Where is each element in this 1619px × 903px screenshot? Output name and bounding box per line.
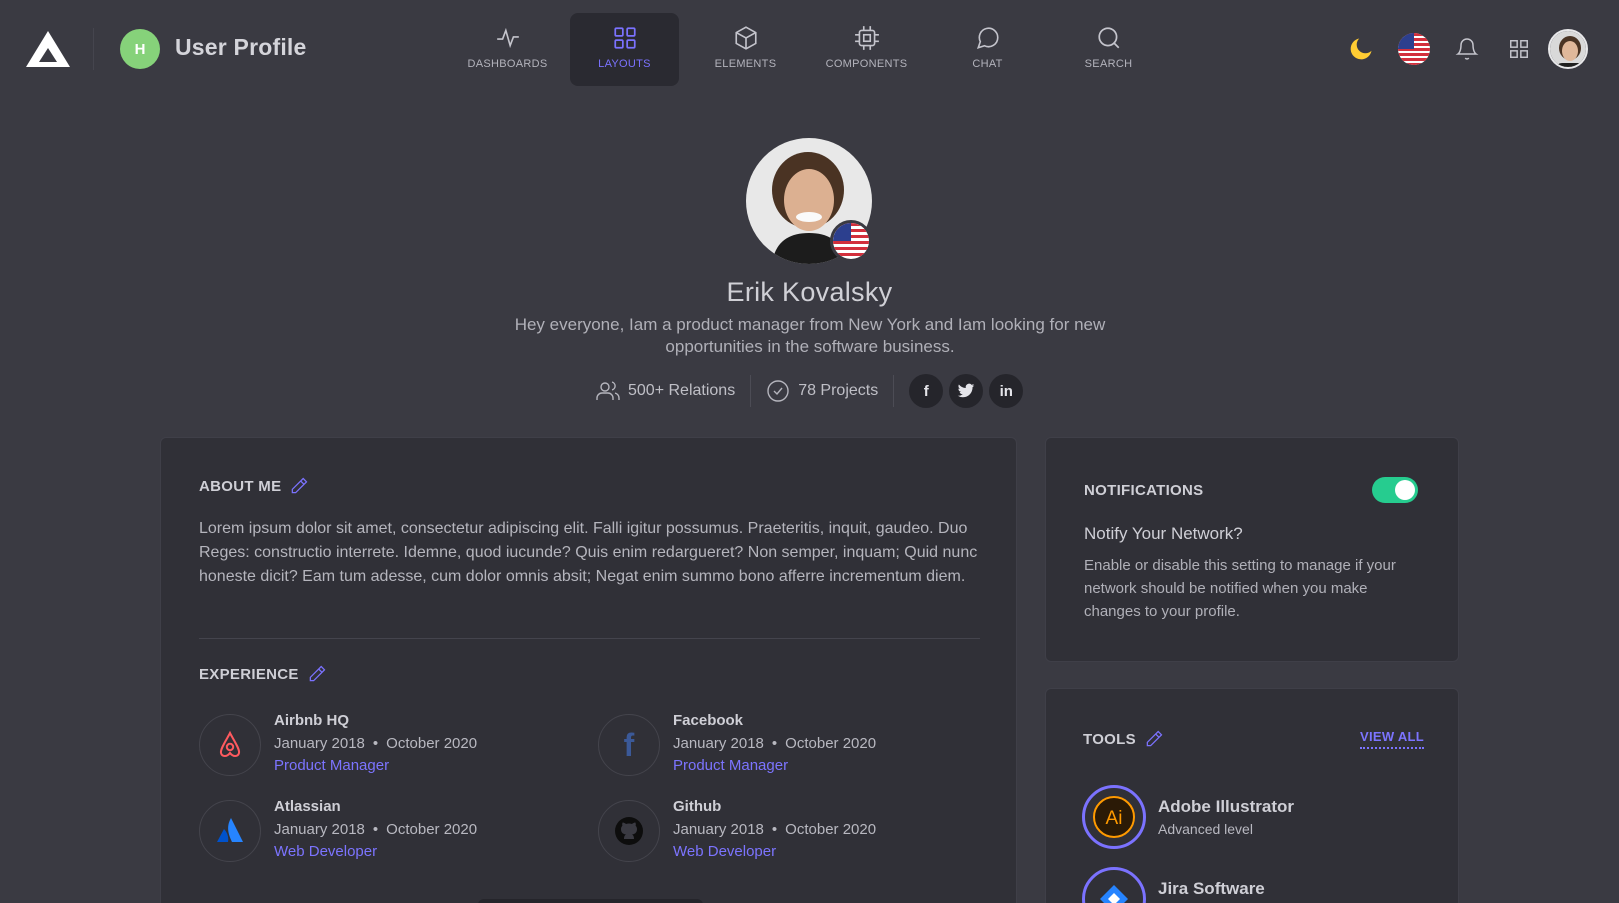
notifications-title: NOTIFICATIONS <box>1084 482 1204 499</box>
pulse-icon <box>496 27 519 49</box>
page-title: User Profile <box>175 34 307 60</box>
projects-count: 78 Projects <box>798 382 879 399</box>
facebook-icon: f <box>598 714 660 776</box>
profile-stats: 500+ Relations 78 Projects f in <box>596 373 1029 409</box>
about-title: ABOUT ME <box>199 477 282 495</box>
experience-role[interactable]: Product Manager <box>673 757 788 774</box>
chat-bubble-icon <box>976 27 999 50</box>
grid-layout-icon <box>613 27 636 49</box>
user-avatar[interactable] <box>1548 29 1588 69</box>
experience-dates: January 2018 • October 2020 <box>673 821 877 838</box>
experience-company: Airbnb HQ <box>274 712 349 729</box>
svg-text:Ai: Ai <box>1106 808 1123 829</box>
profile-bio: Hey everyone, Iam a product manager from… <box>514 315 1106 356</box>
relations-count: 500+ Relations <box>628 382 736 399</box>
tools-title: TOOLS <box>1083 730 1136 748</box>
experience-dates: January 2018 • October 2020 <box>274 821 478 838</box>
relations-stat[interactable]: 500+ Relations <box>596 379 735 403</box>
experience-title: EXPERIENCE <box>199 665 299 683</box>
app-logo-icon[interactable] <box>25 29 71 69</box>
experience-company: Facebook <box>673 712 744 729</box>
jira-icon <box>1082 867 1146 903</box>
notifications-card: NOTIFICATIONS Notify Your Network? Enabl… <box>1045 437 1459 662</box>
profile-country-flag-icon <box>830 220 872 262</box>
airbnb-icon <box>199 714 261 776</box>
tools-heading: TOOLS <box>1083 729 1164 749</box>
nav-search[interactable]: SEARCH <box>1054 13 1163 86</box>
language-selector[interactable] <box>1396 29 1432 69</box>
edit-tools-icon[interactable] <box>1144 729 1164 749</box>
about-text: Lorem ipsum dolor sit amet, consectetur … <box>199 520 978 585</box>
experience-dates: January 2018 • October 2020 <box>673 735 877 752</box>
nav-chat[interactable]: CHAT <box>933 13 1042 86</box>
cube-icon <box>734 26 757 50</box>
nav-layouts[interactable]: LAYOUTS <box>570 13 679 86</box>
experience-item[interactable]: f Facebook January 2018 • October 2020 Pro… <box>598 712 958 778</box>
nav-label: ELEMENTS <box>714 58 777 70</box>
section-divider <box>199 638 980 639</box>
illustrator-icon: Ai <box>1082 785 1146 849</box>
experience-role[interactable]: Web Developer <box>673 843 776 860</box>
notifications-button[interactable] <box>1449 29 1485 69</box>
apps-menu-button[interactable] <box>1501 29 1537 69</box>
edit-about-icon[interactable] <box>289 476 309 496</box>
dark-mode-toggle[interactable] <box>1343 29 1379 69</box>
notifications-subtitle: Notify Your Network? <box>1084 524 1243 543</box>
nav-label: COMPONENTS <box>825 58 908 70</box>
experience-role[interactable]: Product Manager <box>274 757 389 774</box>
tool-name: Jira Software <box>1158 879 1265 898</box>
scroll-tab[interactable] <box>478 899 703 903</box>
twitter-icon[interactable] <box>949 374 984 408</box>
tools-card: TOOLS VIEW ALL Ai Adobe Illustrator Adva… <box>1045 688 1459 903</box>
facebook-icon[interactable]: f <box>909 374 944 408</box>
us-flag-icon <box>1398 33 1430 65</box>
apps-grid-icon <box>1510 40 1528 58</box>
profile-name: Erik Kovalsky <box>726 277 893 307</box>
nav-label: CHAT <box>972 58 1003 70</box>
check-circle-icon <box>767 380 789 402</box>
stat-divider <box>750 375 752 407</box>
about-experience-card: ABOUT ME Lorem ipsum dolor sit amet, con… <box>160 437 1017 903</box>
experience-item[interactable]: Airbnb HQ January 2018 • October 2020 Prod… <box>199 712 559 778</box>
moon-icon <box>1350 38 1372 60</box>
users-icon <box>596 381 620 400</box>
view-all-link[interactable]: VIEW ALL <box>1360 729 1425 749</box>
tool-item[interactable]: Jira Software <box>1082 867 1422 903</box>
workspace-badge[interactable]: H <box>120 29 160 69</box>
experience-role[interactable]: Web Developer <box>274 843 377 860</box>
experience-item[interactable]: Github January 2018 • October 2020 Web Dev… <box>598 798 958 864</box>
experience-item[interactable]: Atlassian January 2018 • October 2020 Web … <box>199 798 559 864</box>
experience-dates: January 2018 • October 2020 <box>274 735 478 752</box>
nav-label: LAYOUTS <box>598 58 651 70</box>
nav-components[interactable]: COMPONENTS <box>812 13 921 86</box>
bell-icon <box>1455 38 1479 60</box>
nav-label: SEARCH <box>1084 58 1133 70</box>
notifications-toggle[interactable] <box>1372 477 1418 503</box>
stat-divider <box>893 375 895 407</box>
about-heading: ABOUT ME <box>199 476 309 496</box>
experience-company: Github <box>673 798 722 815</box>
github-icon <box>598 800 660 862</box>
nav-elements[interactable]: ELEMENTS <box>691 13 800 86</box>
search-icon <box>1097 27 1119 49</box>
atlassian-icon <box>199 800 261 862</box>
top-bar: H User Profile DASHBOARDS LAYOUTS ELEMEN… <box>0 0 1619 96</box>
nav-label: DASHBOARDS <box>467 58 548 70</box>
chip-icon <box>854 26 879 50</box>
tool-level: Advanced level <box>1158 821 1253 837</box>
nav-dashboards[interactable]: DASHBOARDS <box>453 13 562 86</box>
tool-name: Adobe Illustrator <box>1158 797 1295 816</box>
experience-company: Atlassian <box>274 798 341 815</box>
linkedin-icon[interactable]: in <box>989 374 1024 408</box>
projects-stat[interactable]: 78 Projects <box>766 379 878 403</box>
experience-heading: EXPERIENCE <box>199 664 327 684</box>
edit-experience-icon[interactable] <box>307 664 327 684</box>
notifications-description: Enable or disable this setting to manage… <box>1084 557 1396 620</box>
header-divider <box>93 28 94 70</box>
tool-item[interactable]: Ai Adobe Illustrator Advanced level <box>1082 785 1422 851</box>
